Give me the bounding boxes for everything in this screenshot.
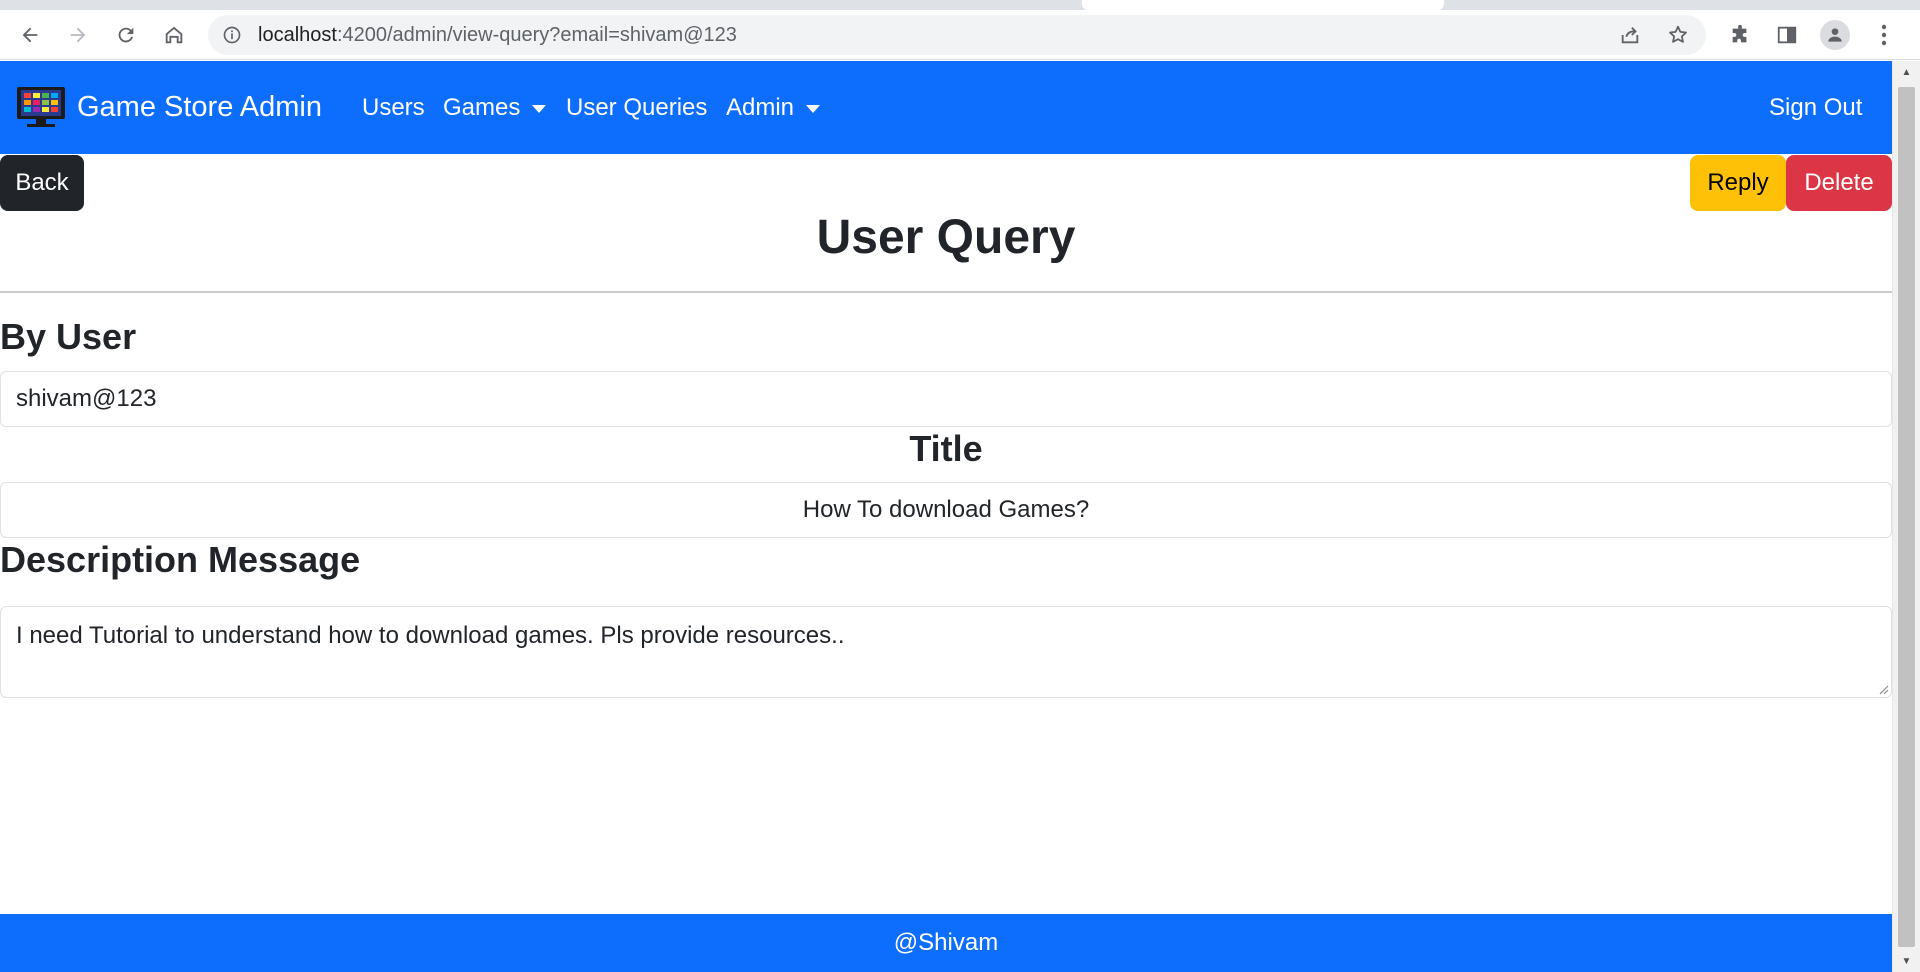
nav-user-queries[interactable]: User Queries xyxy=(566,61,707,154)
site-info-icon[interactable] xyxy=(222,25,242,45)
home-icon[interactable] xyxy=(154,10,194,60)
brand-title: Game Store Admin xyxy=(77,90,322,123)
title-field[interactable]: How To download Games? xyxy=(0,482,1892,538)
scroll-up-icon[interactable]: ▲ xyxy=(1893,61,1920,83)
footer-text: @Shivam xyxy=(893,929,999,956)
nav-user-queries-label: User Queries xyxy=(566,93,708,121)
resize-grip-icon[interactable] xyxy=(1877,683,1889,695)
nav-admin-dropdown[interactable]: Admin xyxy=(726,61,821,154)
page-viewport: Game Store Admin Users Games User Querie… xyxy=(0,61,1892,972)
address-url[interactable]: localhost:4200/admin/view-query?email=sh… xyxy=(258,15,737,55)
profile-avatar-icon xyxy=(1820,20,1850,50)
sign-out-label: Sign Out xyxy=(1769,93,1863,121)
navbar: Game Store Admin Users Games User Querie… xyxy=(0,61,1892,154)
description-label: Description Message xyxy=(0,539,361,580)
delete-button[interactable]: Delete xyxy=(1786,155,1892,211)
back-button[interactable]: Back xyxy=(0,155,84,211)
description-textarea[interactable]: I need Tutorial to understand how to dow… xyxy=(0,606,1892,698)
share-icon[interactable] xyxy=(1610,15,1650,55)
caret-down-icon xyxy=(806,104,821,113)
navbar-brand[interactable]: Game Store Admin xyxy=(15,85,322,129)
forward-arrow-icon[interactable] xyxy=(58,10,98,60)
url-path: :4200/admin/view-query?email=shivam@123 xyxy=(336,24,737,46)
scrollbar-thumb[interactable] xyxy=(1898,87,1915,947)
by-user-label: By User xyxy=(0,316,137,357)
url-host: localhost xyxy=(258,24,337,46)
side-panel-icon[interactable] xyxy=(1767,10,1807,60)
description-text: I need Tutorial to understand how to dow… xyxy=(16,622,845,649)
reply-button[interactable]: Reply xyxy=(1690,155,1786,211)
browser-active-tab[interactable] xyxy=(1082,0,1444,10)
title-label: Title xyxy=(909,428,983,469)
scroll-down-icon[interactable]: ▼ xyxy=(1893,950,1920,972)
address-bar[interactable]: localhost:4200/admin/view-query?email=sh… xyxy=(208,15,1706,55)
nav-admin-label: Admin xyxy=(726,93,795,121)
extensions-puzzle-icon[interactable] xyxy=(1720,10,1760,60)
nav-users-label: Users xyxy=(362,93,425,121)
browser-tab-strip xyxy=(0,0,1920,10)
footer: @Shivam xyxy=(0,914,1892,972)
nav-users[interactable]: Users xyxy=(362,61,425,154)
reload-icon[interactable] xyxy=(106,10,146,60)
caret-down-icon xyxy=(532,104,547,113)
vertical-scrollbar[interactable]: ▲ ▼ xyxy=(1892,61,1920,972)
browser-menu-icon[interactable] xyxy=(1864,10,1904,60)
nav-games-dropdown[interactable]: Games xyxy=(443,61,547,154)
sign-out-link[interactable]: Sign Out xyxy=(1769,61,1862,154)
game-store-logo-icon xyxy=(17,87,65,127)
by-user-field[interactable]: shivam@123 xyxy=(0,371,1892,427)
back-arrow-icon[interactable] xyxy=(10,10,50,60)
profile-avatar[interactable] xyxy=(1815,10,1855,60)
title-divider xyxy=(0,291,1892,293)
browser-toolbar: localhost:4200/admin/view-query?email=sh… xyxy=(0,10,1920,60)
nav-games-label: Games xyxy=(443,93,521,121)
bookmark-star-icon[interactable] xyxy=(1658,15,1698,55)
page-title: User Query xyxy=(816,211,1076,264)
